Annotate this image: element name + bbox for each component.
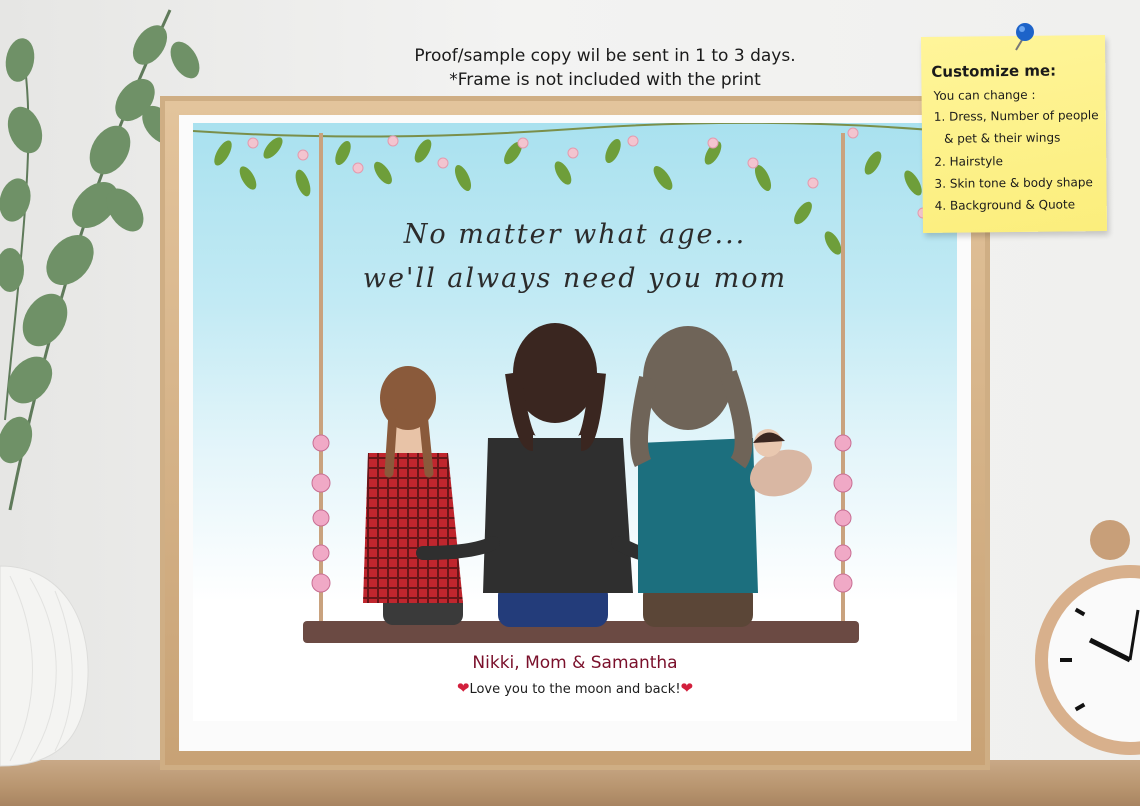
artwork: No matter what age... we'll always need … (193, 123, 967, 721)
names-caption: Nikki, Mom & Samantha (472, 653, 678, 673)
picture-frame: No matter what age... we'll always need … (160, 96, 990, 770)
alarm-clock (1035, 520, 1140, 755)
sticky-note: Customize me: You can change : 1. Dress,… (920, 35, 1108, 233)
note-title: Customize me: (931, 61, 1057, 81)
note-line: 2. Hairstyle (934, 154, 1004, 169)
figure-woman-with-baby (630, 326, 812, 627)
note-line: You can change : (933, 87, 1036, 103)
quote-line-2: we'll always need you mom (362, 263, 788, 294)
push-pin-icon (1015, 23, 1034, 51)
note-line: 4. Background & Quote (934, 197, 1076, 213)
header-text: Proof/sample copy wil be sent in 1 to 3 … (380, 44, 830, 92)
note-line: 3. Skin tone & body shape (934, 175, 1093, 191)
note-line: 1. Dress, Number of people (933, 108, 1099, 124)
proof-notice: Proof/sample copy wil be sent in 1 to 3 … (414, 46, 796, 66)
heart-icon: ❤ (680, 679, 694, 697)
frame-mat: No matter what age... we'll always need … (179, 115, 971, 751)
white-vase (0, 565, 89, 767)
swing-illustration (193, 123, 967, 643)
figure-girl (363, 366, 463, 625)
heart-icon: ❤ (456, 679, 470, 697)
quote-line-1: No matter what age... (403, 219, 747, 250)
note-line: & pet & their wings (943, 130, 1061, 146)
love-text: Love you to the moon and back! (469, 682, 681, 697)
frame-notice: *Frame is not included with the print (449, 70, 761, 90)
love-caption: ❤Love you to the moon and back!❤ (193, 679, 957, 697)
